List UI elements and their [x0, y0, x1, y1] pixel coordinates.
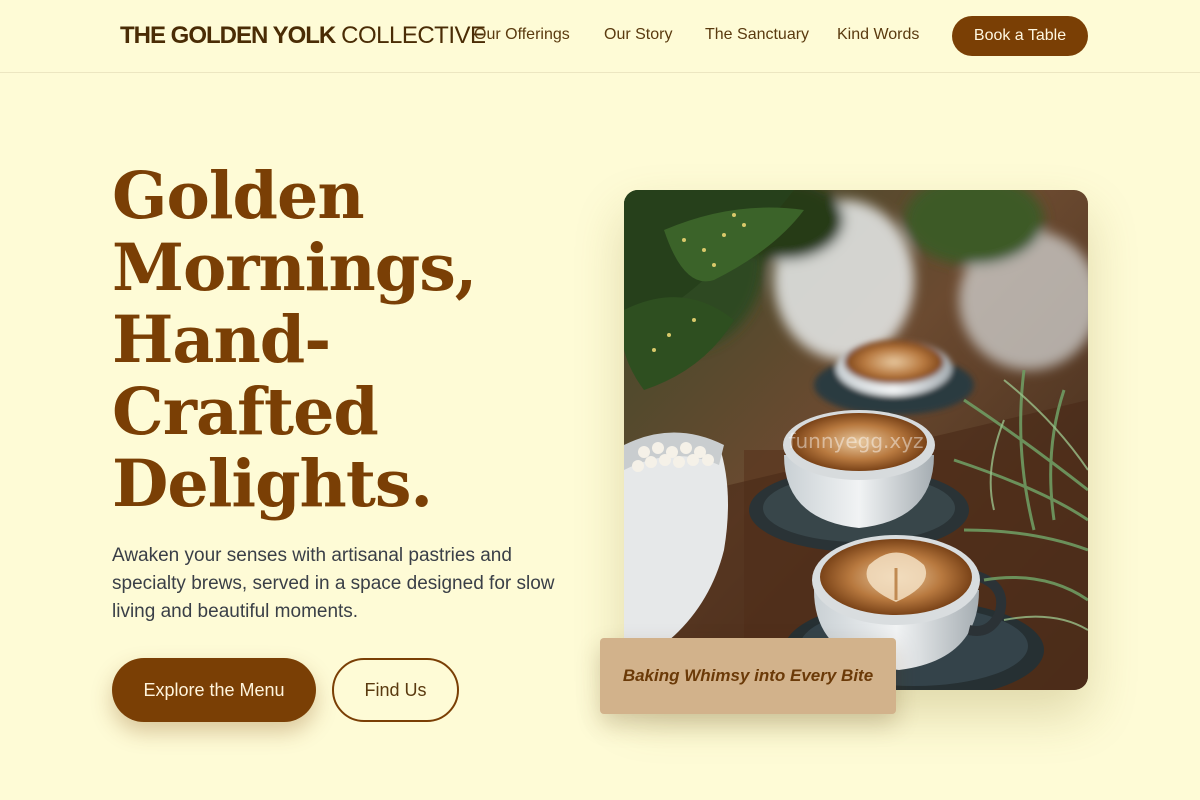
coffee-cups-plants-image: funnyegg.xyz — [624, 190, 1088, 690]
nav-link-the-sanctuary[interactable]: The Sanctuary — [705, 26, 809, 44]
headline-line: Mornings, — [112, 230, 477, 306]
hero-photo: funnyegg.xyz — [624, 190, 1088, 690]
hero-subtext: Awaken your senses with artisanal pastri… — [112, 545, 555, 622]
caption-text: Baking Whimsy into Every Bite — [622, 666, 874, 685]
brand-logo[interactable]: THE GOLDEN YOLK COLLECTIVE — [120, 22, 486, 50]
nav-link-our-offerings[interactable]: Our Offerings — [474, 26, 570, 44]
headline-line: Crafted — [112, 374, 379, 450]
headline-line: Delights. — [112, 446, 433, 522]
nav-link-kind-words[interactable]: Kind Words — [837, 26, 919, 44]
top-navigation: THE GOLDEN YOLK COLLECTIVE Our Offerings… — [0, 0, 1200, 73]
caption-card: Baking Whimsy into Every Bite — [600, 638, 896, 714]
brand-name-light: COLLECTIVE — [341, 22, 486, 49]
hero-headline: Golden Mornings, Hand- Crafted Delights. — [112, 160, 582, 520]
brand-name-bold: THE GOLDEN YOLK — [120, 22, 336, 49]
book-a-table-button[interactable]: Book a Table — [952, 16, 1088, 56]
photo-watermark: funnyegg.xyz — [788, 429, 923, 453]
headline-line: Golden — [112, 158, 365, 234]
nav-link-our-story[interactable]: Our Story — [604, 26, 672, 44]
explore-menu-button[interactable]: Explore the Menu — [112, 658, 316, 722]
find-us-button[interactable]: Find Us — [332, 658, 459, 722]
headline-line: Hand- — [112, 302, 331, 378]
